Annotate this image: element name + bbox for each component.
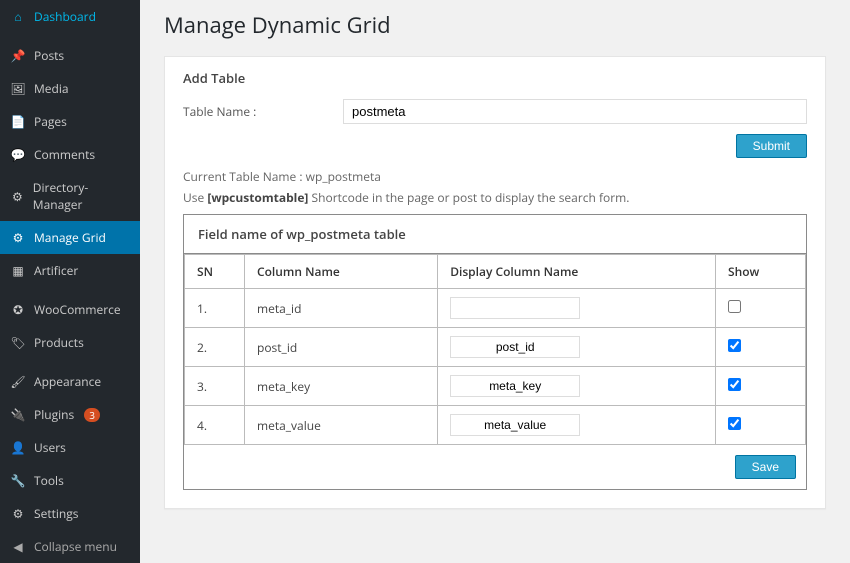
label: Directory-Manager xyxy=(33,179,130,213)
show-checkbox[interactable] xyxy=(728,300,741,313)
main-content: Manage Dynamic Grid Add Table Table Name… xyxy=(140,0,850,563)
sidebar-item-products[interactable]: 🏷 Products xyxy=(0,326,140,359)
plug-icon: 🔌 xyxy=(10,406,26,423)
page-icon: 📄 xyxy=(10,113,26,130)
cell-show xyxy=(716,367,806,406)
label: Manage Grid xyxy=(34,229,106,246)
display-name-input[interactable] xyxy=(450,297,580,319)
sidebar-item-woocommerce[interactable]: ✪ WooCommerce xyxy=(0,293,140,326)
label: WooCommerce xyxy=(34,301,121,318)
label: Comments xyxy=(34,146,95,163)
add-table-heading: Add Table xyxy=(183,69,807,87)
label: Products xyxy=(34,334,84,351)
table-row: 1.meta_id xyxy=(185,289,806,328)
admin-sidebar: ⌂ Dashboard 📌 Posts 🖼 Media 📄 Pages 💬 Comment… xyxy=(0,0,140,563)
pin-icon: 📌 xyxy=(10,47,26,64)
show-checkbox[interactable] xyxy=(728,339,741,352)
label: Users xyxy=(34,439,66,456)
cell-display-name xyxy=(438,328,716,367)
plugins-badge: 3 xyxy=(84,408,100,422)
cell-sn: 2. xyxy=(185,328,245,367)
cell-display-name xyxy=(438,406,716,445)
col-column-name: Column Name xyxy=(245,255,438,289)
panel: Add Table Table Name : Submit Current Ta… xyxy=(164,56,826,509)
display-name-input[interactable] xyxy=(450,375,580,397)
woo-icon: ✪ xyxy=(10,301,26,318)
sidebar-item-directory-manager[interactable]: ⚙ Directory-Manager xyxy=(0,171,140,221)
save-button[interactable]: Save xyxy=(735,455,796,479)
label: Tools xyxy=(34,472,64,489)
sidebar-item-tools[interactable]: 🔧 Tools xyxy=(0,464,140,497)
cell-column-name: post_id xyxy=(245,328,438,367)
media-icon: 🖼 xyxy=(10,80,26,97)
cell-show xyxy=(716,289,806,328)
cell-show xyxy=(716,328,806,367)
gear-icon: ⚙ xyxy=(10,229,26,246)
cell-column-name: meta_value xyxy=(245,406,438,445)
cell-sn: 3. xyxy=(185,367,245,406)
cell-sn: 4. xyxy=(185,406,245,445)
label: Collapse menu xyxy=(34,538,117,555)
col-display-name: Display Column Name xyxy=(438,255,716,289)
theme-icon: ▦ xyxy=(10,262,26,279)
gear-icon: ⚙ xyxy=(10,188,25,205)
label: Appearance xyxy=(34,373,101,390)
sidebar-item-artificer[interactable]: ▦ Artificer xyxy=(0,254,140,287)
label: Media xyxy=(34,80,69,97)
collapse-menu[interactable]: ◀ Collapse menu xyxy=(0,530,140,563)
label: Dashboard xyxy=(34,8,96,25)
sidebar-item-appearance[interactable]: 🖌 Appearance xyxy=(0,365,140,398)
sidebar-item-comments[interactable]: 💬 Comments xyxy=(0,138,140,171)
comments-icon: 💬 xyxy=(10,146,26,163)
cell-sn: 1. xyxy=(185,289,245,328)
table-row: 3.meta_key xyxy=(185,367,806,406)
tools-icon: 🔧 xyxy=(10,472,26,489)
sidebar-item-pages[interactable]: 📄 Pages xyxy=(0,105,140,138)
collapse-icon: ◀ xyxy=(10,538,26,555)
brush-icon: 🖌 xyxy=(10,373,26,390)
col-sn: SN xyxy=(185,255,245,289)
cell-display-name xyxy=(438,367,716,406)
sidebar-item-posts[interactable]: 📌 Posts xyxy=(0,39,140,72)
cell-column-name: meta_id xyxy=(245,289,438,328)
display-name-input[interactable] xyxy=(450,414,580,436)
show-checkbox[interactable] xyxy=(728,378,741,391)
sidebar-item-settings[interactable]: ⚙Settings xyxy=(0,497,140,530)
label: Pages xyxy=(34,113,67,130)
sidebar-item-plugins[interactable]: 🔌 Plugins 3 xyxy=(0,398,140,431)
table-row: 4.meta_value xyxy=(185,406,806,445)
table-name-label: Table Name : xyxy=(183,103,323,120)
label: Posts xyxy=(34,47,64,64)
submit-button[interactable]: Submit xyxy=(736,134,807,158)
sidebar-item-users[interactable]: 👤 Users xyxy=(0,431,140,464)
grid-heading: Field name of wp_postmeta table xyxy=(184,215,806,254)
col-show: Show xyxy=(716,255,806,289)
sidebar-item-media[interactable]: 🖼 Media xyxy=(0,72,140,105)
show-checkbox[interactable] xyxy=(728,417,741,430)
label: Plugins xyxy=(34,406,74,423)
users-icon: 👤 xyxy=(10,439,26,456)
shortcode-help: Use [wpcustomtable] Shortcode in the pag… xyxy=(183,189,807,206)
sidebar-item-dashboard[interactable]: ⌂ Dashboard xyxy=(0,0,140,33)
page-title: Manage Dynamic Grid xyxy=(164,10,826,40)
cell-column-name: meta_key xyxy=(245,367,438,406)
display-name-input[interactable] xyxy=(450,336,580,358)
current-table-text: Current Table Name : wp_postmeta xyxy=(183,168,807,185)
table-name-input[interactable] xyxy=(343,99,807,124)
cell-show xyxy=(716,406,806,445)
fields-grid: Field name of wp_postmeta table SN Colum… xyxy=(183,214,807,490)
sidebar-item-manage-grid[interactable]: ⚙ Manage Grid xyxy=(0,221,140,254)
cell-display-name xyxy=(438,289,716,328)
label: Artificer xyxy=(34,262,78,279)
dashboard-icon: ⌂ xyxy=(10,8,26,25)
product-icon: 🏷 xyxy=(10,334,26,351)
table-row: 2.post_id xyxy=(185,328,806,367)
